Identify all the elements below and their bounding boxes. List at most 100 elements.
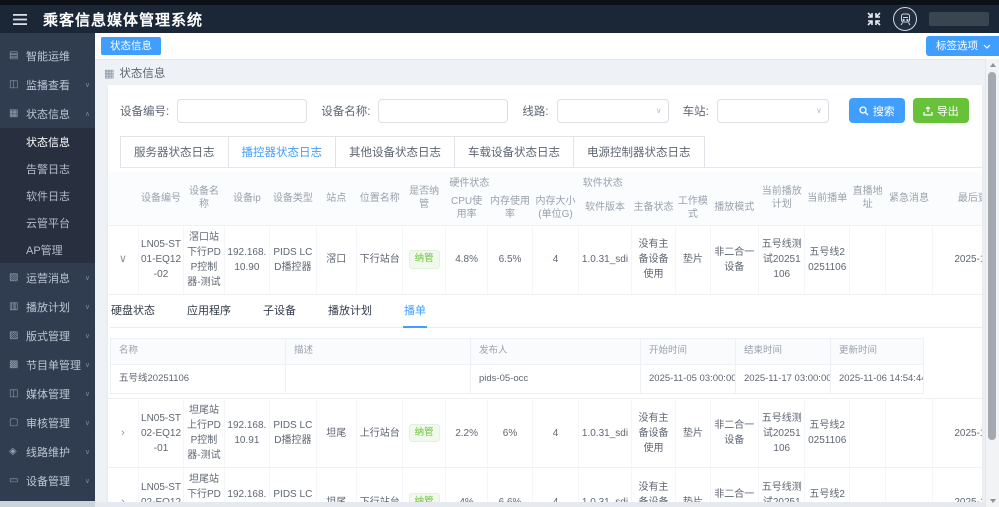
cell: 4.8% [445, 225, 487, 294]
chevron-down-icon: ∨ [85, 303, 90, 311]
station-select[interactable]: ∨ [717, 99, 829, 123]
program-list-icon: ▩ [9, 359, 22, 370]
chevron-down-icon: ∨ [85, 419, 90, 427]
log-tabs: 服务器状态日志播控器状态日志其他设备状态日志车载设备状态日志电源控制器状态日志 [120, 136, 982, 168]
column-header: 设备类型 [270, 172, 316, 225]
column-header: 主备状态 [631, 192, 675, 226]
search-button-label: 搜索 [873, 103, 895, 119]
detail-tab[interactable]: 播放计划 [327, 299, 373, 328]
cell: 五号线20251106 [805, 399, 849, 468]
row-expand-toggle[interactable]: › [108, 399, 138, 468]
detail-tab[interactable]: 应用程序 [186, 299, 232, 328]
cell [849, 225, 885, 294]
line-maintain-icon: ◈ [9, 446, 22, 457]
cell: 192.168.10.91 [224, 399, 269, 468]
cell: 非二合一设备 [710, 225, 758, 294]
sidebar-item[interactable]: ▩节目单管理∨ [0, 350, 95, 379]
sidebar-item[interactable]: ▨版式管理∨ [0, 321, 95, 350]
play-plan-icon: ▥ [9, 301, 22, 312]
sidebar-item[interactable]: ▦ 状态信息 ∧ [0, 99, 95, 128]
column-header: 当前播放计划 [759, 172, 805, 225]
sidebar-subitem[interactable]: 软件日志 [0, 182, 95, 209]
sidebar-item-label: 智能运维 [26, 48, 70, 64]
fullscreen-toggle-icon[interactable] [867, 12, 881, 26]
sidebar-subitem[interactable]: AP管理 [0, 236, 95, 263]
sidebar-item[interactable]: ▢审核管理∨ [0, 408, 95, 437]
device-manage-icon: ▭ [9, 475, 22, 486]
filter-label: 车站: [683, 103, 709, 119]
cell: 2025-11-05 03:00:00 [641, 364, 736, 393]
cell: 坦尾 [316, 399, 356, 468]
column-header: 直播地址 [849, 172, 885, 225]
tag-options-button[interactable]: 标签选项 [926, 36, 999, 56]
managed-badge: 纳管 [409, 250, 440, 268]
app-title: 乘客信息媒体管理系统 [43, 9, 203, 30]
detail-tab[interactable]: 子设备 [262, 299, 297, 328]
device-no-input[interactable] [177, 99, 307, 123]
cell: 上行站台 [356, 399, 402, 468]
user-avatar-train-icon[interactable] [893, 7, 917, 31]
scrollbar-thumb[interactable] [988, 72, 996, 440]
cell [886, 399, 932, 468]
playlist-row: 五号线20251106pids-05-occ2025-11-05 03:00:0… [111, 364, 924, 393]
sidebar-item-label: 设备管理 [26, 473, 70, 489]
sidebar-item-label: 状态信息 [26, 106, 70, 122]
horizontal-scrollbar[interactable] [95, 502, 986, 507]
export-button-label: 导出 [937, 103, 959, 119]
chevron-down-icon: ∨ [656, 106, 662, 115]
cell: 2025-11-06 14:54:44 [831, 364, 924, 393]
column-header: 紧急消息 [886, 172, 932, 225]
column-header: 更新时间 [831, 339, 924, 365]
vertical-scrollbar [985, 59, 999, 507]
sidebar-item[interactable]: ◫媒体管理∨ [0, 379, 95, 408]
cell: 垫片 [676, 225, 710, 294]
sidebar-item[interactable]: ▧运营消息∨ [0, 263, 95, 292]
column-header: 设备名称 [184, 172, 224, 225]
active-tag-chip[interactable]: 状态信息 [101, 37, 161, 55]
cell: 2025-11-06 16: [932, 225, 982, 294]
chevron-up-icon: ∧ [85, 110, 90, 118]
grid-icon: ▦ [104, 67, 114, 80]
cell: 2025-11-17 03:00:00 [736, 364, 831, 393]
export-button[interactable]: 导出 [913, 98, 969, 123]
chevron-down-icon: ∨ [85, 390, 90, 398]
sidebar-item[interactable]: ◈线路维护∨ [0, 437, 95, 466]
column-header: 最后更新时间 [932, 172, 982, 225]
sidebar-item[interactable]: ▥播放计划∨ [0, 292, 95, 321]
device-name-input[interactable] [378, 99, 508, 123]
cell: 滘口站下行PDP控制器-测试 [184, 225, 224, 294]
column-header: 工作模式 [676, 192, 710, 226]
status-info-icon: ▦ [9, 108, 22, 119]
sidebar-item[interactable]: ▭设备管理∨ [0, 466, 95, 495]
detail-tab[interactable]: 硬盘状态 [110, 299, 156, 328]
detail-tab[interactable]: 播单 [403, 299, 427, 329]
line-select[interactable]: ∨ [557, 99, 669, 123]
column-header: 软件版本 [579, 192, 632, 226]
scroll-down-arrow[interactable] [986, 496, 999, 506]
sidebar-subitem[interactable]: 云管平台 [0, 209, 95, 236]
column-header: 结束时间 [736, 339, 831, 365]
log-tab[interactable]: 播控器状态日志 [228, 136, 337, 167]
chevron-down-icon: ∨ [85, 81, 90, 89]
sidebar-subitem[interactable]: 状态信息 [0, 128, 95, 155]
monitor-view-icon: ◫ [9, 79, 22, 90]
table-row: ›LN05-ST02-EQ12-01坦尾站上行PDP控制器-测试192.168.… [108, 399, 982, 468]
breadcrumb-label: 状态信息 [119, 65, 165, 81]
sidebar-footer-bar [0, 501, 95, 507]
username-redacted [929, 12, 989, 26]
scroll-up-arrow[interactable] [986, 60, 999, 70]
log-tab[interactable]: 其他设备状态日志 [335, 136, 455, 167]
playlist-table: 名称描述发布人开始时间结束时间更新时间五号线20251106pids-05-oc… [110, 338, 924, 394]
log-tab[interactable]: 电源控制器状态日志 [573, 136, 705, 167]
sidebar-item[interactable]: ◫监播查看∨ [0, 70, 95, 99]
sidebar-subitem[interactable]: 告警日志 [0, 155, 95, 182]
row-expand-toggle[interactable]: ∨ [108, 225, 138, 294]
cell: 纳管 [403, 225, 445, 294]
log-tab[interactable]: 服务器状态日志 [120, 136, 229, 167]
sidebar-menu: ▤智能运维◫监播查看∨▦状态信息∧状态信息告警日志软件日志云管平台AP管理▧运营… [0, 33, 95, 495]
log-tab[interactable]: 车载设备状态日志 [454, 136, 574, 167]
chevron-down-icon: ∨ [85, 361, 90, 369]
sidebar-item[interactable]: ▤智能运维 [0, 41, 95, 70]
search-button[interactable]: 搜索 [849, 98, 905, 123]
hamburger-menu-icon[interactable] [13, 14, 27, 25]
